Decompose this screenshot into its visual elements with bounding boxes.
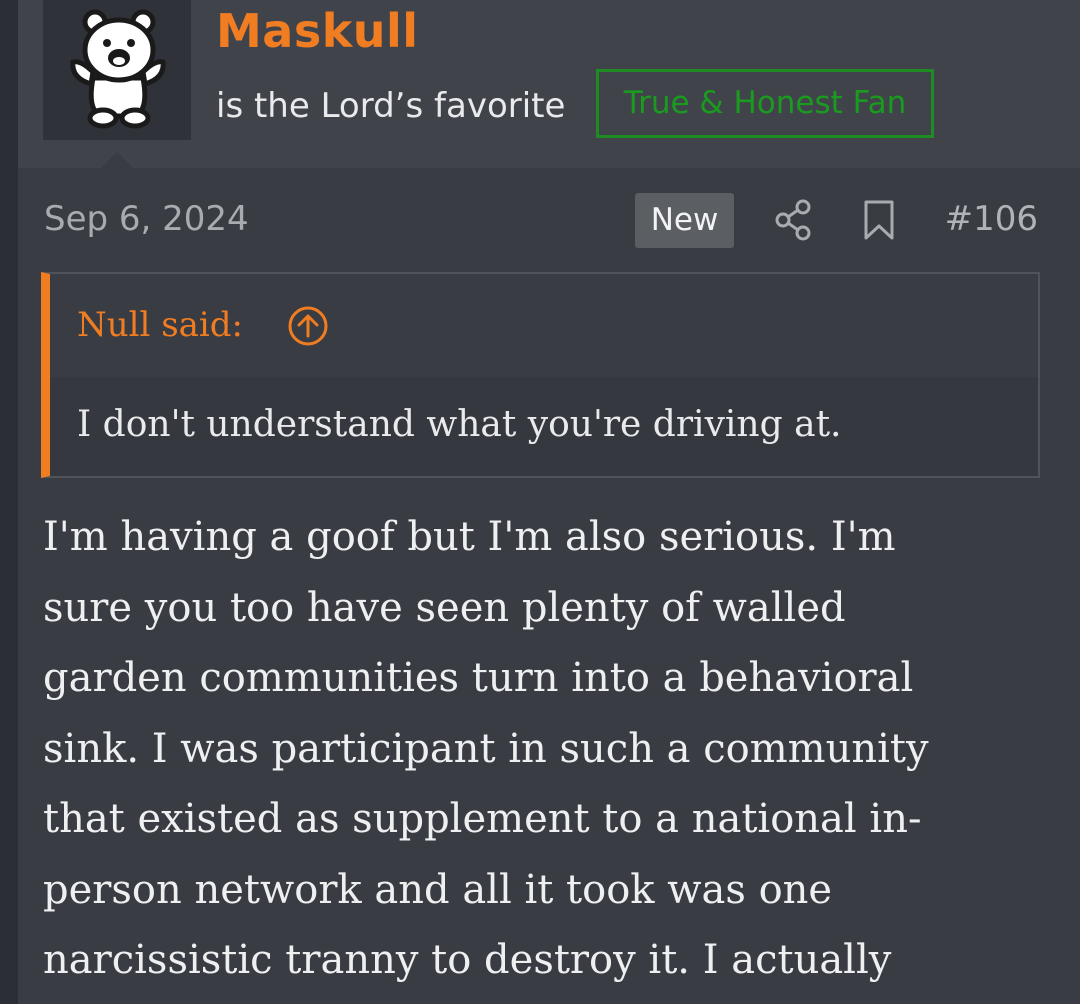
- quote-author[interactable]: Null said:: [77, 302, 243, 348]
- bear-avatar-icon: [70, 9, 166, 129]
- post-body-line: narcissistic tranny to destroy it. I act…: [43, 937, 892, 983]
- user-header: Maskull is the Lord’s favorite True & Ho…: [18, 0, 1080, 168]
- post-body: I'm having a goof but I'm also serious. …: [43, 502, 1073, 996]
- bookmark-icon[interactable]: [861, 199, 897, 241]
- post-body-line: I'm having a goof but I'm also serious. …: [43, 514, 896, 560]
- post-body-line: sink. I was participant in such a commun…: [43, 725, 929, 772]
- new-badge: New: [635, 193, 734, 248]
- post-body-line: that existed as supplement to a national…: [43, 796, 922, 842]
- post-body-line: garden communities turn into a behaviora…: [43, 655, 914, 701]
- avatar[interactable]: [43, 0, 191, 140]
- username-link[interactable]: Maskull: [216, 0, 419, 62]
- quote-block: Null said: I don't understand what you'r…: [41, 272, 1040, 478]
- avatar-pointer: [101, 152, 133, 168]
- forum-post: Maskull is the Lord’s favorite True & Ho…: [18, 0, 1080, 1004]
- share-icon[interactable]: [774, 199, 814, 241]
- user-title: is the Lord’s favorite: [216, 86, 566, 126]
- arrow-up-circle-icon[interactable]: [286, 304, 330, 348]
- quote-text: I don't understand what you're driving a…: [77, 404, 842, 445]
- user-banner-badge: True & Honest Fan: [596, 69, 934, 138]
- quote-header: Null said:: [50, 274, 1038, 377]
- page: Maskull is the Lord’s favorite True & Ho…: [0, 0, 1080, 1004]
- post-number-link[interactable]: #106: [945, 196, 1038, 242]
- post-body-line: sure you too have seen plenty of walled: [43, 584, 846, 631]
- post-date[interactable]: Sep 6, 2024: [44, 196, 249, 242]
- post-body-line: person network and all it took was one: [43, 866, 833, 913]
